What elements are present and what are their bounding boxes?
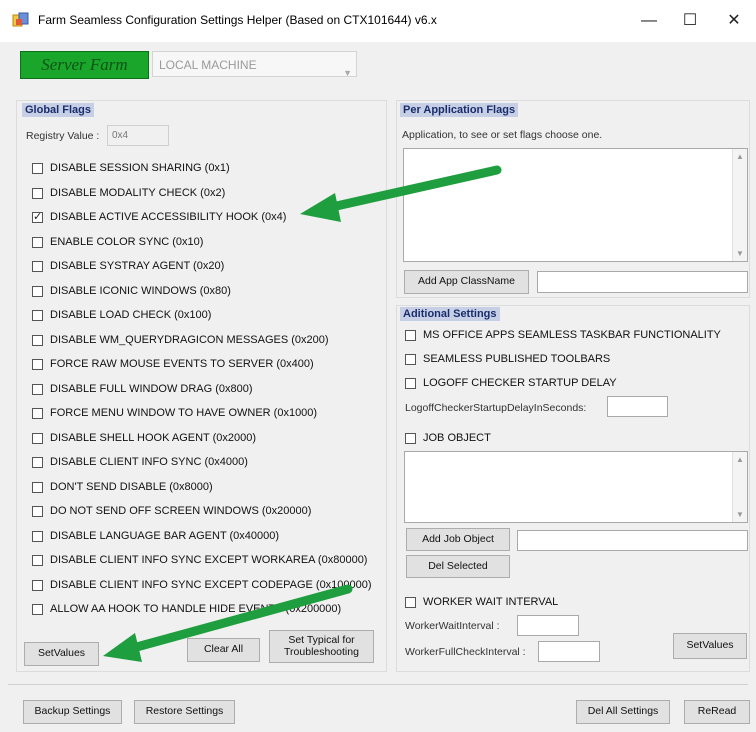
arrow-to-set-values — [103, 584, 353, 662]
arrow-to-accessibility-hook — [300, 165, 502, 222]
annotation-arrows — [103, 165, 502, 662]
